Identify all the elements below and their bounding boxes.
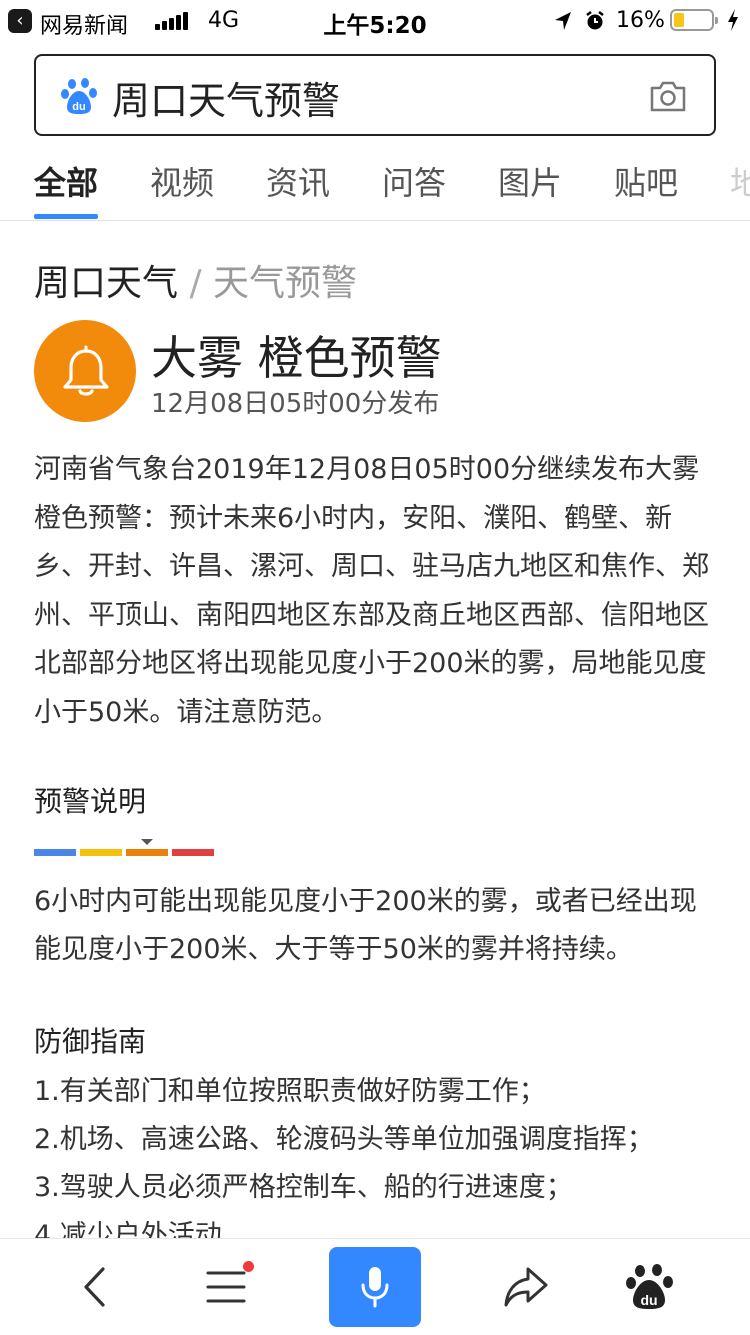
- defense-heading: 防御指南: [34, 1025, 147, 1058]
- tab-video[interactable]: 视频: [150, 158, 214, 204]
- tab-map[interactable]: 地: [730, 158, 750, 204]
- alert-publish-time: 12月08日05时00分发布: [151, 389, 440, 419]
- voice-search-button[interactable]: [329, 1247, 421, 1327]
- level-orange: [126, 849, 168, 856]
- baidu-logo-icon[interactable]: du: [624, 1261, 676, 1313]
- svg-text:du: du: [640, 1292, 657, 1308]
- alert-title: 大雾 橙色预警: [151, 331, 442, 385]
- tab-images[interactable]: 图片: [498, 158, 562, 204]
- warning-level-scale: [34, 838, 214, 858]
- tab-news[interactable]: 资讯: [266, 158, 330, 204]
- tab-qa[interactable]: 问答: [382, 158, 446, 204]
- battery-percent: 16%: [616, 8, 665, 33]
- defense-list: 1.有关部门和单位按照职责做好防雾工作； 2.机场、高速公路、轮渡码头等单位加强…: [34, 1068, 716, 1240]
- camera-icon[interactable]: [648, 78, 688, 114]
- tab-tieba[interactable]: 贴吧: [614, 158, 678, 204]
- location-arrow-icon: [555, 12, 571, 30]
- list-item: 4.减少户外活动: [34, 1220, 222, 1240]
- breadcrumb-warning: 天气预警: [213, 263, 358, 304]
- active-tab-indicator: [34, 214, 98, 219]
- search-box[interactable]: du 周口天气预警: [34, 54, 716, 136]
- alarm-icon: [586, 11, 604, 30]
- notification-dot: [243, 1261, 254, 1272]
- bottom-toolbar: du: [0, 1238, 750, 1335]
- search-tabs: 全部 视频 资讯 问答 图片 贴吧 地: [0, 150, 750, 221]
- share-icon[interactable]: [500, 1261, 552, 1313]
- status-bar: ‹ 网易新闻 4G 上午5:20 16%: [0, 0, 750, 42]
- battery-icon: [670, 9, 718, 31]
- level-yellow: [80, 849, 122, 856]
- breadcrumb-separator: /: [178, 263, 214, 304]
- level-red: [172, 849, 214, 856]
- breadcrumb-weather[interactable]: 周口天气: [34, 263, 178, 304]
- charging-icon: [728, 9, 738, 31]
- tab-all[interactable]: 全部: [34, 158, 98, 204]
- back-arrow-icon[interactable]: [70, 1261, 122, 1313]
- alert-content: 河南省气象台2019年12月08日05时00分继续发布大雾橙色预警：预计未来6小…: [34, 454, 709, 728]
- list-item: 1.有关部门和单位按照职责做好防雾工作；: [34, 1076, 546, 1107]
- baidu-paw-icon: du: [61, 78, 97, 114]
- search-input[interactable]: 周口天气预警: [112, 70, 340, 125]
- warning-desc-heading: 预警说明: [34, 785, 147, 818]
- bell-icon: [63, 345, 109, 396]
- current-level-marker: [141, 839, 153, 845]
- microphone-icon: [361, 1267, 389, 1308]
- warning-desc-text: 6小时内可能出现能见度小于200米的雾，或者已经出现能见度小于200米、大于等于…: [34, 886, 697, 965]
- alert-badge: [34, 320, 136, 422]
- level-blue: [34, 849, 76, 856]
- breadcrumb: 周口天气 / 天气预警: [34, 254, 357, 306]
- list-item: 3.驾驶人员必须严格控制车、船的行进速度；: [34, 1172, 573, 1203]
- svg-text:du: du: [72, 101, 85, 113]
- list-item: 2.机场、高速公路、轮渡码头等单位加强调度指挥；: [34, 1124, 654, 1155]
